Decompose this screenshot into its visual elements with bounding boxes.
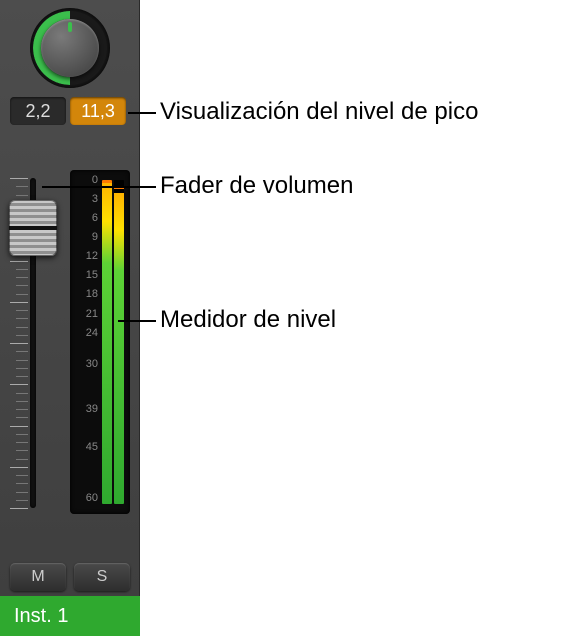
meter-scale-label: 0 <box>76 175 98 186</box>
peak-level-display: 2,2 11,3 <box>10 97 126 125</box>
fader-tick <box>16 195 28 196</box>
fader-tick <box>16 442 28 443</box>
fader-tick <box>16 376 28 377</box>
meter-scale-label: 18 <box>76 289 98 300</box>
fader-tick <box>16 483 28 484</box>
fader-tick <box>10 384 28 385</box>
fader-meter-area: 0 3 6 9 12 15 18 21 24 30 39 45 60 <box>0 150 140 540</box>
meter-scale-label: 24 <box>76 328 98 339</box>
fader-tick <box>16 277 28 278</box>
fader-tick <box>16 475 28 476</box>
meter-scale-label: 45 <box>76 442 98 453</box>
meter-fill-left <box>102 183 112 504</box>
volume-fader-handle[interactable] <box>9 200 57 256</box>
fader-tick <box>10 302 28 303</box>
fader-tick <box>10 467 28 468</box>
callout-meter-text: Medidor de nivel <box>160 306 336 333</box>
callout-fader: Fader de volumen <box>160 172 353 200</box>
fader-tick <box>16 492 28 493</box>
meter-bars <box>102 180 124 504</box>
fader-tick <box>16 450 28 451</box>
mute-solo-row: M S <box>10 563 130 591</box>
meter-bar-left <box>102 180 112 504</box>
fader-tick <box>16 500 28 501</box>
callout-fader-text: Fader de volumen <box>160 172 353 199</box>
fader-tick <box>10 178 28 179</box>
fader-tick <box>16 294 28 295</box>
solo-button[interactable]: S <box>74 563 130 591</box>
meter-scale-label: 9 <box>76 232 98 243</box>
meter-bar-right <box>114 180 124 504</box>
fader-tick <box>16 310 28 311</box>
meter-fill-right <box>114 193 124 504</box>
fader-tick <box>16 269 28 270</box>
fader-tick <box>10 508 28 509</box>
channel-strip: 2,2 11,3 0 3 6 9 12 15 18 21 24 30 39 45 60 M S Inst… <box>0 0 140 636</box>
fader-tick <box>10 261 28 262</box>
peak-left-value[interactable]: 2,2 <box>10 97 66 125</box>
meter-scale-label: 3 <box>76 194 98 205</box>
callout-line-icon <box>118 320 156 322</box>
callout-line-icon <box>42 186 156 188</box>
fader-tick <box>16 434 28 435</box>
fader-tick <box>16 327 28 328</box>
callout-line-icon <box>128 112 156 114</box>
meter-peak-cap-left <box>102 180 112 183</box>
meter-scale: 0369121518212430394560 <box>76 180 98 504</box>
fader-tick <box>16 285 28 286</box>
fader-tick <box>16 409 28 410</box>
pan-knob-area <box>0 0 140 96</box>
callout-meter: Medidor de nivel <box>160 306 336 334</box>
fader-tick <box>16 351 28 352</box>
level-meter: 0 3 6 9 12 15 18 21 24 30 39 45 60 <box>70 170 130 514</box>
track-name-label[interactable]: Inst. 1 <box>0 596 140 636</box>
meter-scale-label: 21 <box>76 309 98 320</box>
fader-tick <box>16 186 28 187</box>
fader-tick <box>16 318 28 319</box>
meter-scale-label: 60 <box>76 493 98 504</box>
meter-scale-label: 6 <box>76 213 98 224</box>
fader-tick <box>16 368 28 369</box>
fader-tick <box>16 401 28 402</box>
fader-tick <box>16 360 28 361</box>
meter-scale-label: 15 <box>76 270 98 281</box>
mute-button[interactable]: M <box>10 563 66 591</box>
meter-scale-label: 12 <box>76 251 98 262</box>
fader-tick <box>16 417 28 418</box>
callout-peak-text: Visualización del nivel de pico <box>160 98 478 125</box>
fader-tick <box>10 426 28 427</box>
fader-tick <box>16 459 28 460</box>
pan-knob[interactable] <box>30 8 110 88</box>
meter-scale-label: 30 <box>76 359 98 370</box>
fader-tick <box>10 343 28 344</box>
fader-tick <box>16 393 28 394</box>
meter-scale-label: 39 <box>76 404 98 415</box>
callout-peak: Visualización del nivel de pico <box>160 98 478 126</box>
pan-tick-icon <box>68 22 72 32</box>
fader-tick <box>16 335 28 336</box>
peak-right-value[interactable]: 11,3 <box>70 97 126 125</box>
pan-knob-cap[interactable] <box>41 19 99 77</box>
